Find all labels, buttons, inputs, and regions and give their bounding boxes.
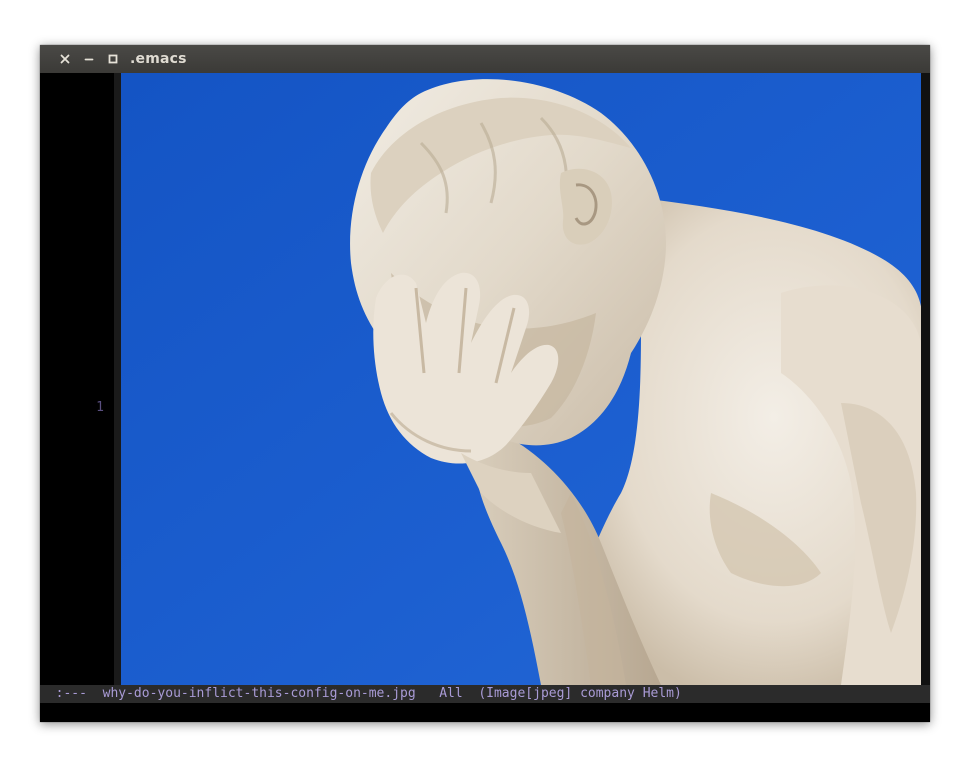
line-number: 1 xyxy=(96,400,104,415)
right-fringe xyxy=(921,73,930,685)
minibuffer[interactable] xyxy=(48,703,921,720)
emacs-window: .emacs 1:--- why-do-you-inflict-this-co… xyxy=(40,45,930,722)
close-icon[interactable] xyxy=(53,49,77,69)
minimize-icon[interactable] xyxy=(77,49,101,69)
title-bar[interactable]: .emacs xyxy=(40,45,930,73)
image-buffer[interactable] xyxy=(121,73,921,685)
facepalm-statue-image xyxy=(121,73,921,685)
modeline-gap xyxy=(416,685,439,703)
modeline-position: All xyxy=(439,686,463,701)
left-fringe xyxy=(114,73,121,685)
modeline-modes[interactable]: (Image[jpeg] company Helm) xyxy=(478,685,682,703)
line-number-gutter: 1 xyxy=(40,73,114,685)
window-controls xyxy=(53,49,125,69)
window-title: .emacs xyxy=(130,51,187,67)
emacs-frame: 1:--- why-do-you-inflict-this-config-on… xyxy=(40,73,930,722)
maximize-icon[interactable] xyxy=(101,49,125,69)
modeline-status: :--- xyxy=(55,686,87,701)
mode-line[interactable]: :--- why-do-you-inflict-this-config-on-m… xyxy=(40,685,930,703)
modeline-buffer-name[interactable]: why-do-you-inflict-this-config-on-me.jpg xyxy=(103,685,416,703)
modeline-gap xyxy=(463,685,479,703)
modeline-pad xyxy=(40,685,56,703)
modeline-gap xyxy=(87,685,103,703)
